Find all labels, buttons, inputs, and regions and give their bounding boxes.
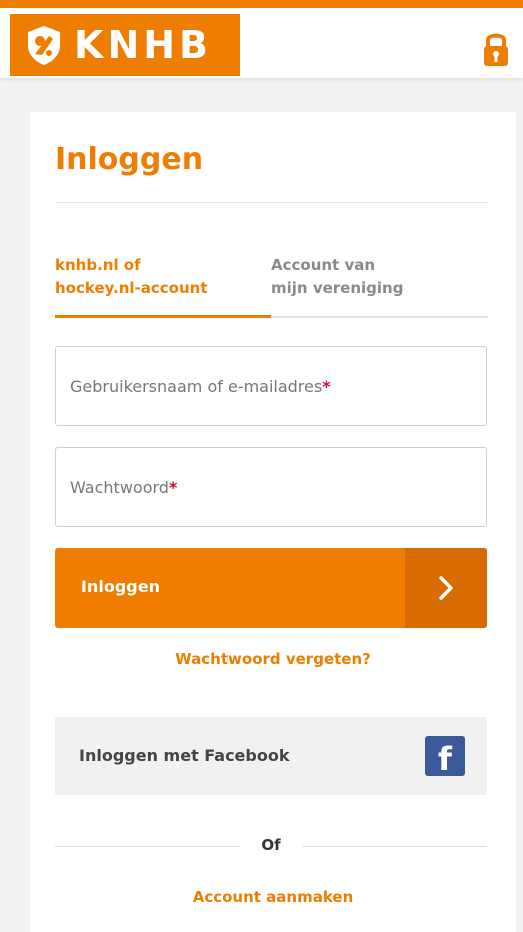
top-bar: KNHB bbox=[0, 0, 523, 78]
page-title: Inloggen bbox=[55, 142, 204, 177]
login-button-label: Inloggen bbox=[81, 577, 160, 596]
login-card: Inloggen knhb.nl of hockey.nl-account Ac… bbox=[30, 112, 516, 932]
password-placeholder: Wachtwoord bbox=[70, 477, 169, 497]
tab-club-account[interactable]: Account van mijn vereniging bbox=[271, 254, 481, 300]
divider-line-right bbox=[302, 846, 487, 847]
facebook-login-button[interactable]: Inloggen met Facebook f bbox=[55, 717, 487, 795]
or-label: Of bbox=[261, 836, 281, 854]
facebook-icon: f bbox=[425, 736, 465, 776]
tab-label-line1: knhb.nl of bbox=[55, 256, 141, 274]
lock-icon[interactable] bbox=[481, 30, 511, 70]
create-account-link[interactable]: Account aanmaken bbox=[30, 888, 516, 906]
chevron-right-icon bbox=[405, 548, 487, 628]
or-divider: Of bbox=[55, 834, 487, 858]
username-placeholder: Gebruikersnaam of e-mailadres bbox=[70, 376, 323, 396]
hockey-shield-icon bbox=[24, 23, 64, 67]
active-tab-indicator bbox=[55, 315, 271, 318]
required-marker: * bbox=[168, 477, 178, 497]
required-marker: * bbox=[322, 376, 331, 396]
logo-text: KNHB bbox=[74, 23, 213, 67]
title-divider bbox=[55, 202, 488, 203]
tab-label-line2: mijn vereniging bbox=[271, 279, 404, 297]
forgot-password-link[interactable]: Wachtwoord vergeten? bbox=[30, 650, 516, 668]
login-button[interactable]: Inloggen bbox=[55, 548, 487, 628]
tab-label-line1: Account van bbox=[271, 256, 376, 274]
facebook-login-label: Inloggen met Facebook bbox=[79, 746, 290, 765]
tab-knhb-account[interactable]: knhb.nl of hockey.nl-account bbox=[55, 254, 265, 300]
password-field[interactable]: Wachtwoord * bbox=[55, 447, 487, 527]
username-field[interactable]: Gebruikersnaam of e-mailadres * bbox=[55, 346, 487, 426]
tab-label-line2: hockey.nl-account bbox=[55, 279, 208, 297]
knhb-logo[interactable]: KNHB bbox=[10, 14, 240, 76]
